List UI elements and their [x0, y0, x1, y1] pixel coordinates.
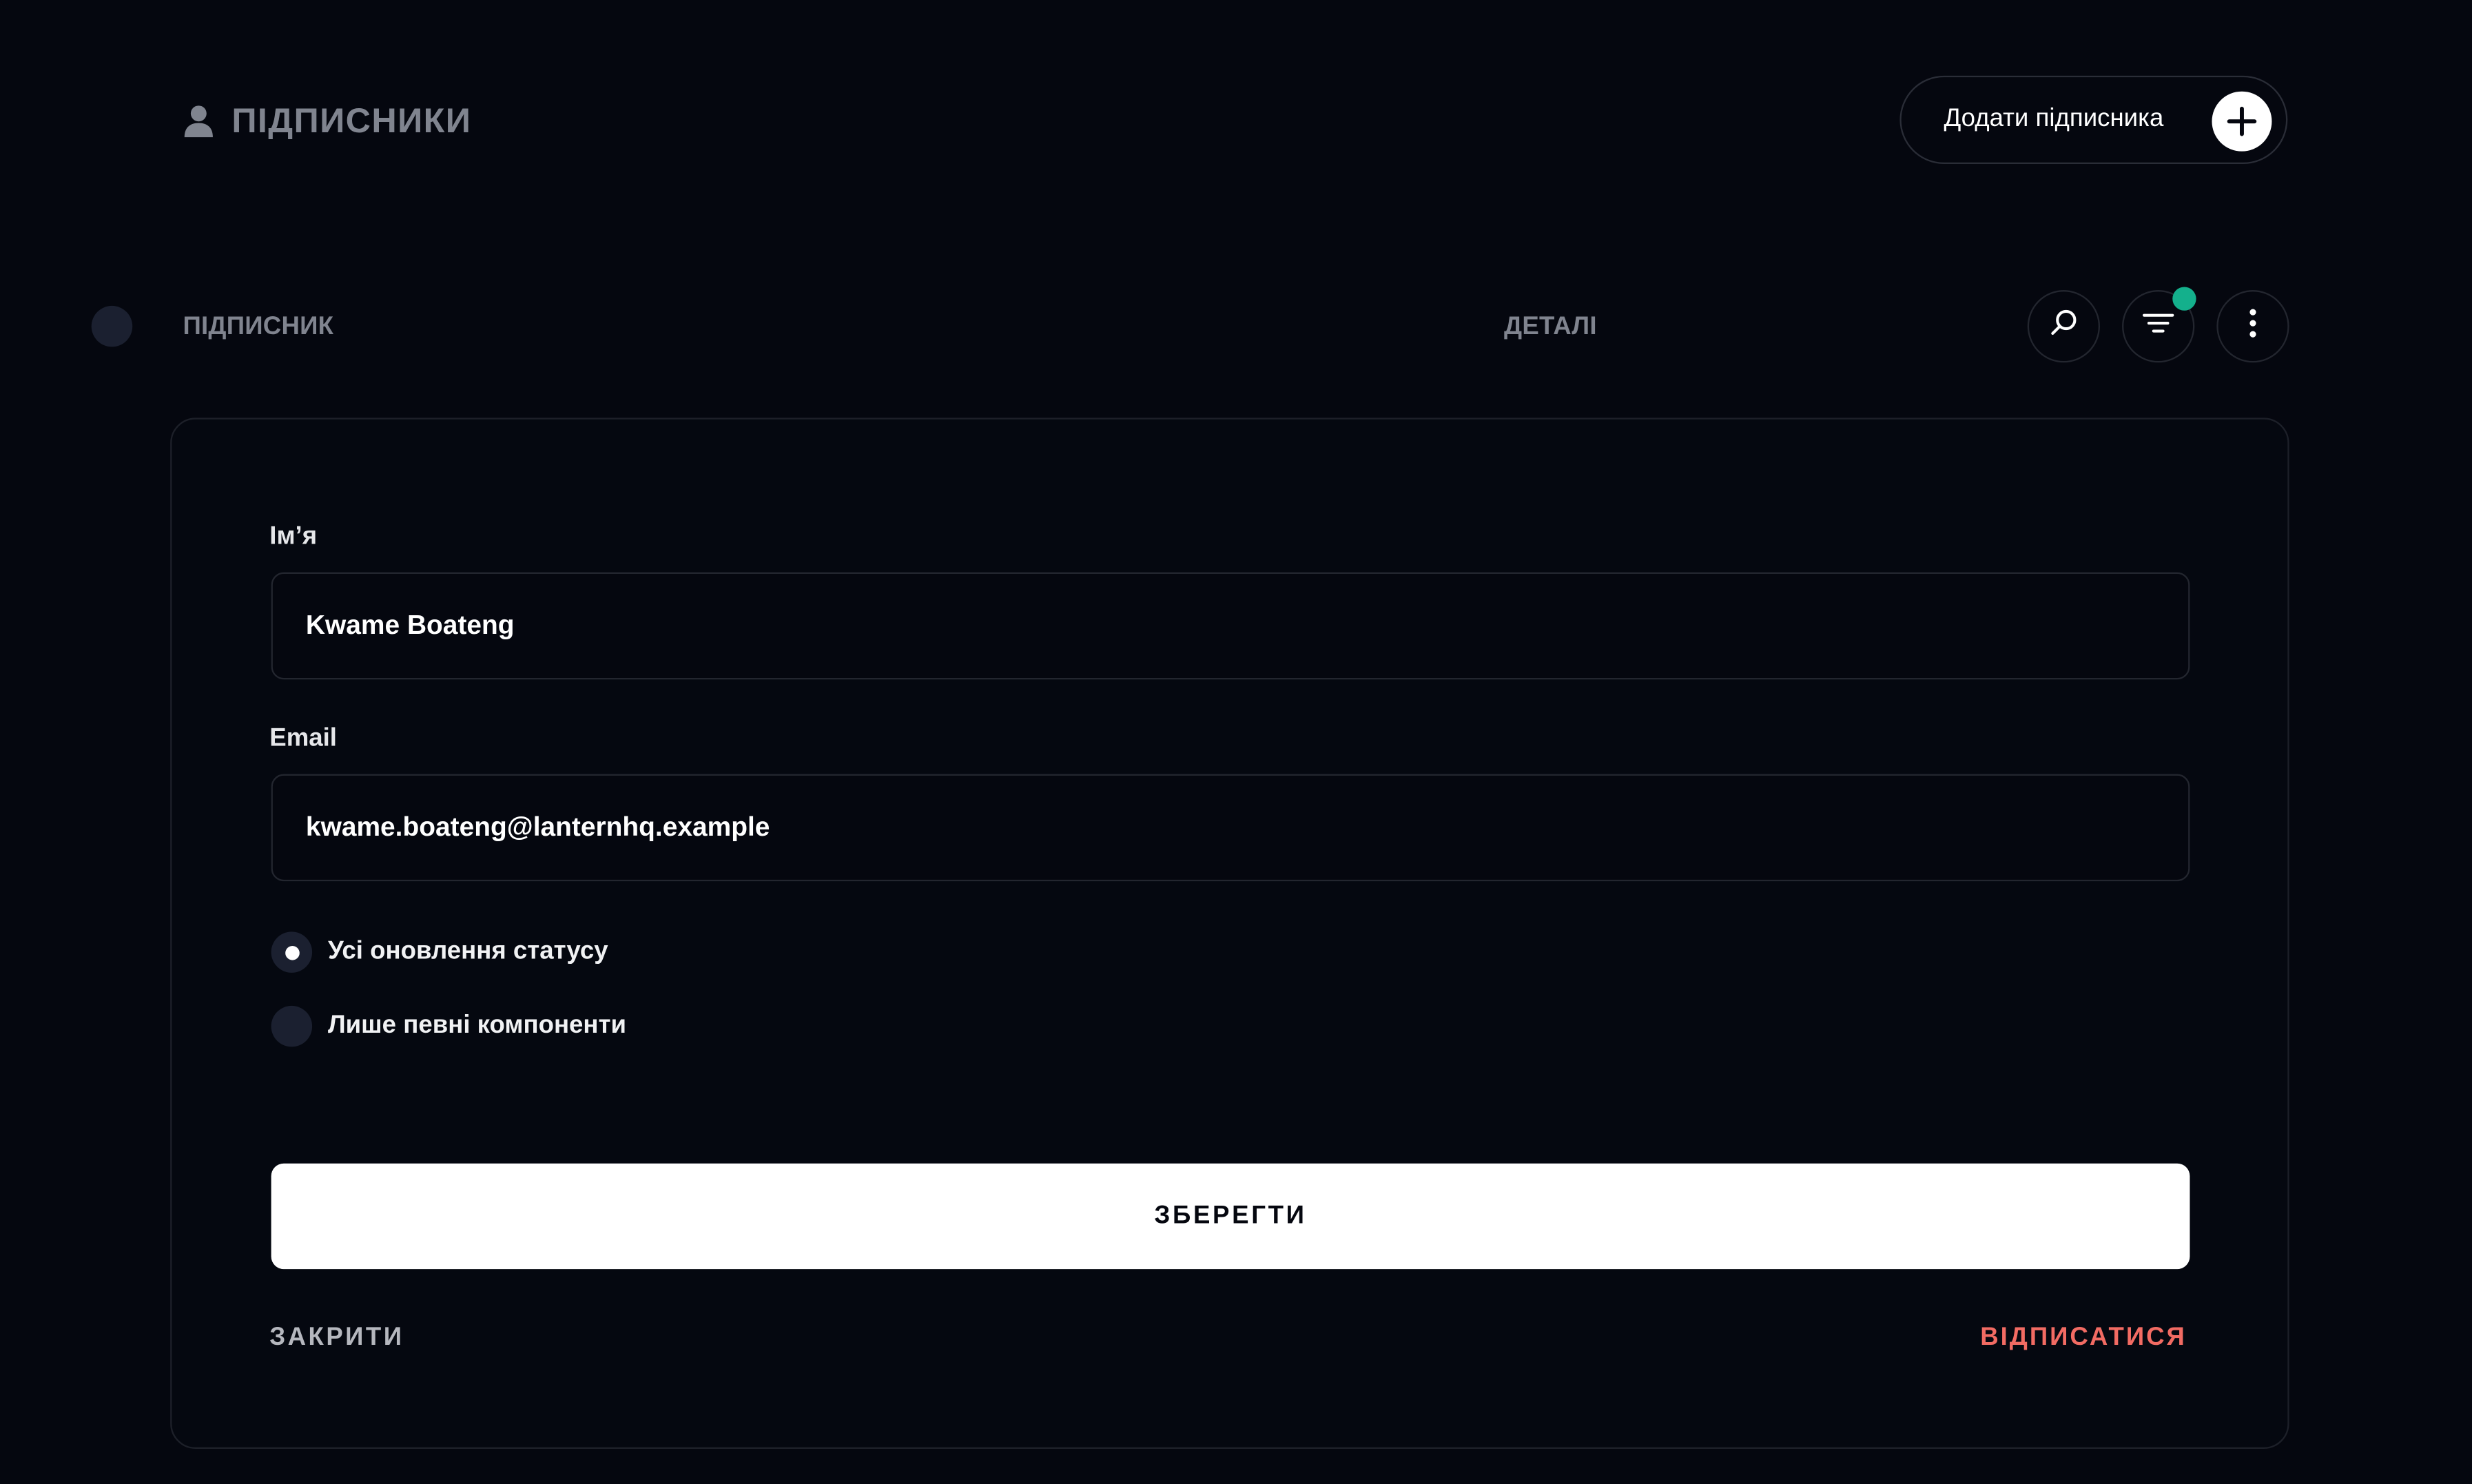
radio-all-updates-label: Усі оновлення статусу — [327, 938, 608, 965]
unsubscribe-button[interactable]: ВІДПИСАТИСЯ — [1980, 1324, 2187, 1352]
add-subscriber-button[interactable]: Додати підписника — [1899, 75, 2288, 164]
filter-active-badge — [2172, 287, 2196, 311]
name-field-label: Ім’я — [269, 523, 318, 550]
filter-icon — [2141, 310, 2176, 343]
select-all-checkbox[interactable] — [91, 305, 133, 347]
column-header-subscriber: ПІДПИСНИК — [183, 313, 334, 341]
radio-all-updates[interactable]: Усі оновлення статусу — [271, 931, 608, 973]
more-vertical-icon — [2248, 307, 2258, 346]
column-header-details: ДЕТАЛІ — [1504, 313, 1597, 341]
radio-specific-components[interactable]: Лише певні компоненти — [271, 1005, 626, 1047]
plus-icon — [2212, 91, 2272, 152]
radio-button[interactable] — [271, 1005, 313, 1047]
save-button[interactable]: ЗБЕРЕГТИ — [271, 1163, 2190, 1270]
search-icon — [2048, 307, 2080, 346]
add-subscriber-label: Додати підписника — [1944, 105, 2164, 133]
radio-specific-components-label: Лише певні компоненти — [327, 1012, 626, 1039]
subscribers-page: ПІДПИСНИКИ Додати підписника ПІДПИСНИК Д… — [0, 0, 2472, 1483]
page-title: ПІДПИСНИКИ — [183, 98, 471, 145]
email-field-label: Email — [269, 725, 337, 752]
user-icon — [183, 104, 214, 138]
more-options-button[interactable] — [2216, 290, 2289, 363]
search-button[interactable] — [2027, 290, 2101, 363]
close-button[interactable]: ЗАКРИТИ — [269, 1324, 404, 1352]
page-title-text: ПІДПИСНИКИ — [231, 101, 472, 141]
radio-button-selected[interactable] — [271, 931, 313, 973]
email-field[interactable]: kwame.boateng@lanternhq.example — [271, 774, 2190, 882]
name-field[interactable]: Kwame Boateng — [271, 572, 2190, 680]
